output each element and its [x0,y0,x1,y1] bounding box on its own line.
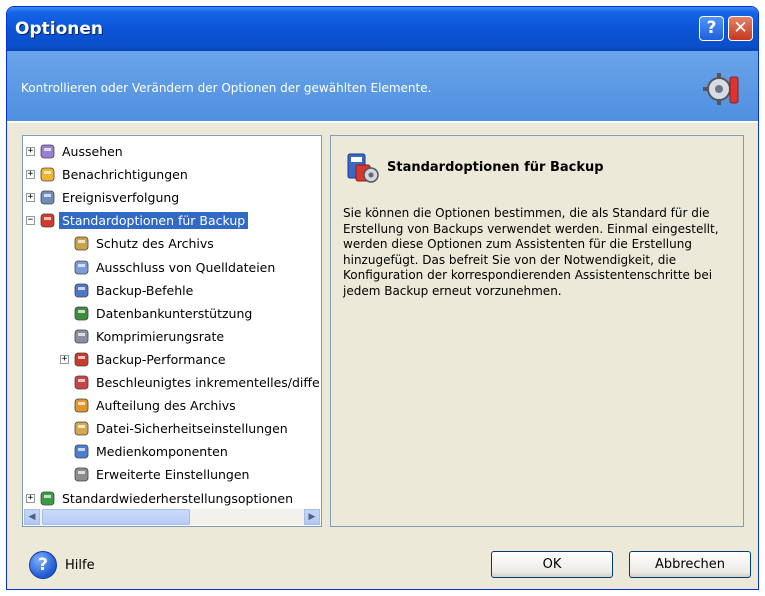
backup-options-icon [40,213,55,228]
tree-item[interactable]: Datei-Sicherheitseinstellungen [73,418,288,439]
tree-item-label: Beschleunigtes inkrementelles/diffe [96,375,320,390]
expand-toggle[interactable]: + [60,354,69,364]
tree-item[interactable]: Erweiterte Einstellungen [73,464,249,485]
scroll-right-button[interactable]: ▶ [304,509,320,525]
media-icon [74,444,89,459]
shield-icon [74,306,89,321]
tree-item[interactable]: Backup-Befehle [73,280,193,301]
title-help-button[interactable]: ? [699,16,724,41]
tree-item-label: Benachrichtigungen [62,167,188,183]
commands-icon [74,283,89,297]
event-log-icon [40,190,55,205]
tree-item-label: Backup-Performance [96,351,226,367]
detail-title: Standardoptionen für Backup [387,160,604,175]
advanced-settings-icon [74,467,89,482]
detail-panel: Standardoptionen für Backup Sie können d… [330,135,744,527]
tree-item[interactable]: + Standardwiederherstellungsoptionen [26,488,294,509]
header-band: Kontrollieren oder Verändern der Optione… [7,51,758,121]
tree-item-label: Datenbankunterstützung [96,305,253,321]
settings-gear-icon [703,73,739,105]
tree-item-label: Erweiterte Einstellungen [96,467,250,483]
horizontal-scrollbar[interactable]: ◀ ▶ [24,509,320,525]
collapse-toggle[interactable]: − [26,216,35,226]
header-separator [7,121,758,123]
tree-item[interactable]: Aufteilung des Archivs [73,395,236,416]
tree-item[interactable]: Beschleunigtes inkrementelles/diffe [73,372,320,393]
tree-item[interactable]: + Ereignisverfolgung [26,187,180,208]
tree-item[interactable]: + Benachrichtigungen [26,164,188,185]
tree-item-label: Aufteilung des Archivs [96,398,236,414]
options-tree[interactable]: + Aussehen + Benachrichtigungen + Ereignisver… [22,135,322,527]
scroll-left-button[interactable]: ◀ [24,509,40,525]
tree-item-label: Ausschluss von Quelldateien [96,259,276,275]
lock-icon [74,236,89,251]
tree-item-label: Aussehen [62,144,123,159]
scroll-thumb[interactable] [42,509,190,525]
ok-button[interactable]: OK [491,551,613,578]
tree-item[interactable]: Ausschluss von Quelldateien [73,257,275,278]
file-security-icon [74,421,89,436]
expand-toggle[interactable]: + [26,493,35,503]
expand-toggle[interactable]: + [26,147,35,156]
tree-item[interactable]: Komprimierungsrate [73,326,224,347]
appearance-icon [40,144,55,159]
tree-item-label: Ereignisverfolgung [62,190,180,206]
help-link[interactable]: Hilfe [65,558,95,573]
title-bar[interactable]: Optionen ? ✕ [7,7,758,51]
tree-item[interactable]: − Standardoptionen für Backup [26,210,249,231]
tree-item-label: Datei-Sicherheitseinstellungen [96,421,288,437]
tree-item-label: Medienkomponenten [96,444,228,460]
window-title: Optionen [15,19,103,39]
incremental-icon [74,375,89,390]
tree-item-label: Standardoptionen für Backup [59,212,249,230]
close-button[interactable]: ✕ [728,16,753,41]
split-archive-icon [74,398,89,413]
help-icon[interactable]: ? [29,551,57,579]
tree-item[interactable]: Schutz des Archivs [73,233,214,254]
exclude-files-icon [74,260,89,274]
backup-options-icon [347,153,379,183]
detail-description: Sie können die Optionen bestimmen, die a… [343,206,719,298]
tree-item[interactable]: + Aussehen [26,141,123,162]
header-description: Kontrollieren oder Verändern der Optione… [21,81,432,95]
options-dialog: Optionen ? ✕ Kontrollieren oder Veränder… [6,6,759,590]
performance-icon [74,352,89,367]
notification-icon [40,167,55,182]
expand-toggle[interactable]: + [26,170,35,180]
compression-icon [74,329,89,344]
tree-item[interactable]: + Backup-Performance [60,349,226,370]
cancel-button[interactable]: Abbrechen [629,551,751,578]
tree-item-label: Komprimierungsrate [96,328,225,344]
expand-toggle[interactable]: + [26,193,35,203]
tree-item-label: Standardwiederherstellungsoptionen [62,490,294,506]
tree-item[interactable]: Medienkomponenten [73,441,228,462]
tree-item[interactable]: Datenbankunterstützung [73,303,252,324]
restore-options-icon [40,491,55,505]
tree-item-label: Backup-Befehle [96,282,194,298]
tree-item-label: Schutz des Archivs [96,236,214,252]
